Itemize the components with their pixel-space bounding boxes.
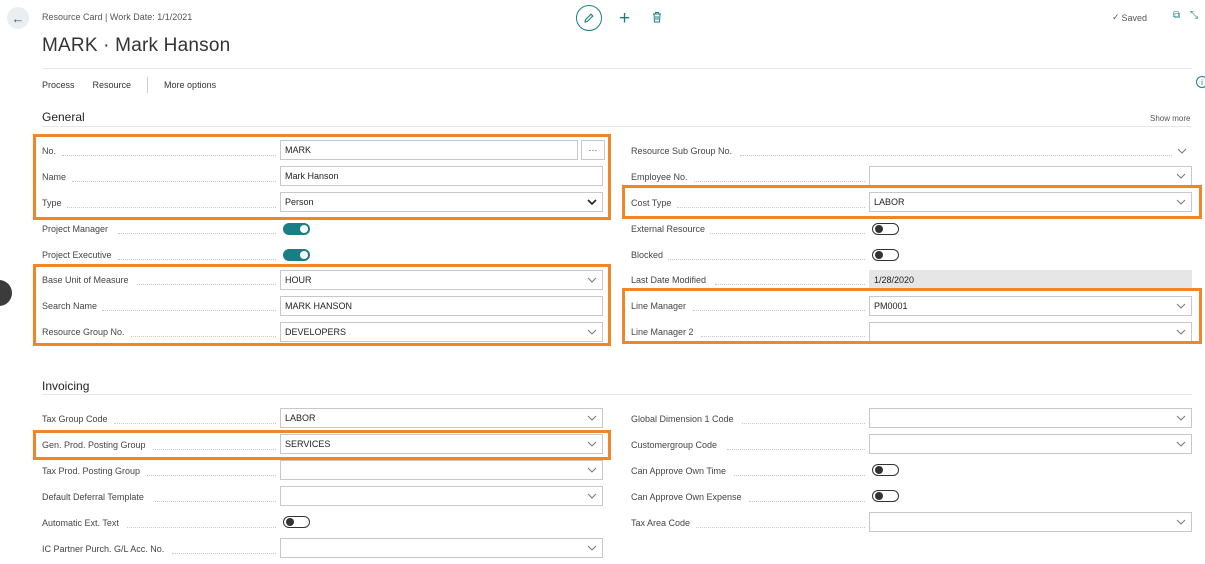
side-handle[interactable]: [0, 280, 12, 306]
action-bar: Process Resource More options: [42, 77, 216, 93]
show-more-link[interactable]: Show more: [1150, 114, 1190, 123]
customergroup-select[interactable]: [869, 434, 1192, 454]
ic-partner-label: IC Partner Purch. G/L Acc. No.: [42, 544, 165, 554]
approve-own-expense-label: Can Approve Own Expense: [631, 492, 742, 502]
chevron-down-icon: [587, 415, 597, 421]
resource-sub-group-label: Resource Sub Group No.: [631, 146, 733, 156]
action-more-options[interactable]: More options: [164, 80, 216, 90]
deferral-template-select[interactable]: [280, 486, 603, 506]
edit-button[interactable]: [576, 5, 602, 31]
blocked-toggle[interactable]: [872, 249, 899, 261]
global-dim-1-label: Global Dimension 1 Code: [631, 414, 734, 424]
external-resource-toggle[interactable]: [872, 223, 899, 235]
project-executive-toggle[interactable]: [283, 249, 310, 261]
approve-own-time-label: Can Approve Own Time: [631, 466, 727, 476]
chevron-down-icon: [1176, 441, 1186, 447]
saved-label: Saved: [1121, 12, 1148, 23]
deferral-template-label: Default Deferral Template: [42, 492, 144, 502]
highlight-box: [33, 134, 611, 220]
plus-icon: +: [619, 7, 631, 29]
saved-status: ✓ Saved: [1112, 12, 1147, 23]
customergroup-label: Customergroup Code: [631, 440, 718, 450]
employee-no-label: Employee No.: [631, 172, 688, 182]
employee-no-select[interactable]: [869, 166, 1192, 186]
chevron-down-icon: [1176, 173, 1186, 179]
external-resource-label: External Resource: [631, 224, 706, 234]
highlight-box: [33, 430, 611, 460]
ic-partner-select[interactable]: [280, 538, 603, 558]
last-modified-label: Last Date Modified: [631, 275, 707, 285]
highlight-box: [622, 185, 1202, 219]
chevron-down-icon: [587, 545, 597, 551]
back-arrow-icon: ←: [11, 10, 25, 26]
invoicing-section-title[interactable]: Invoicing: [42, 379, 89, 393]
chevron-down-icon: [1176, 415, 1186, 421]
global-dim-1-select[interactable]: [869, 408, 1192, 428]
check-icon: ✓: [1112, 12, 1120, 22]
back-button[interactable]: ←: [7, 7, 29, 29]
page-title: MARK · Mark Hanson: [42, 35, 231, 56]
approve-own-time-toggle[interactable]: [872, 464, 899, 476]
trash-icon: [653, 11, 662, 22]
chevron-down-icon: [587, 467, 597, 473]
tax-group-value: LABOR: [285, 413, 316, 423]
action-resource[interactable]: Resource: [93, 80, 132, 90]
highlight-box: [33, 264, 611, 346]
chevron-down-icon: [1176, 519, 1186, 525]
general-section-title[interactable]: General: [42, 110, 85, 124]
chevron-down-icon[interactable]: [1177, 146, 1187, 156]
last-modified-field: 1/28/2020: [869, 270, 1192, 290]
pencil-icon: [584, 13, 594, 23]
delete-button[interactable]: [652, 11, 662, 26]
highlight-box: [622, 288, 1202, 344]
blocked-label: Blocked: [631, 250, 664, 260]
tax-prod-posting-label: Tax Prod. Posting Group: [42, 466, 141, 476]
info-icon[interactable]: i: [1196, 76, 1205, 88]
project-manager-label: Project Manager: [42, 224, 109, 234]
project-executive-label: Project Executive: [42, 250, 112, 260]
collapse-icon[interactable]: ⤡: [1190, 10, 1198, 21]
page-caption: Resource Card | Work Date: 1/1/2021: [42, 12, 193, 22]
tax-prod-posting-select[interactable]: [280, 460, 603, 480]
open-new-window-icon[interactable]: ⧉: [1173, 10, 1180, 21]
auto-ext-text-toggle[interactable]: [283, 516, 310, 528]
tax-group-select[interactable]: LABOR: [280, 408, 603, 428]
chevron-down-icon: [587, 493, 597, 499]
approve-own-expense-toggle[interactable]: [872, 490, 899, 502]
auto-ext-text-label: Automatic Ext. Text: [42, 518, 119, 528]
action-process[interactable]: Process: [42, 80, 75, 90]
tax-area-select[interactable]: [869, 512, 1192, 532]
new-button[interactable]: +: [619, 9, 630, 28]
project-manager-toggle[interactable]: [283, 223, 310, 235]
tax-area-label: Tax Area Code: [631, 518, 691, 528]
header-divider: [42, 68, 1192, 69]
tax-group-label: Tax Group Code: [42, 414, 108, 424]
